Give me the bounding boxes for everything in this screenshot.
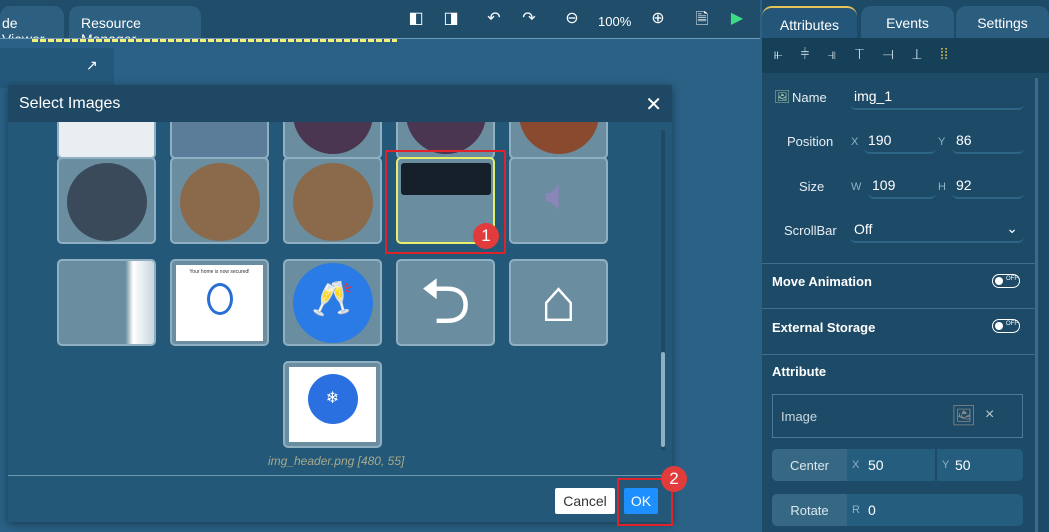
- dialog-header: Select Images ✕: [8, 85, 672, 122]
- position-label: Position: [787, 134, 834, 149]
- image-thumb-cellist[interactable]: [57, 157, 156, 244]
- x-label: X: [851, 136, 859, 148]
- center-label: Center: [772, 449, 847, 481]
- center-y-field[interactable]: 50: [955, 457, 971, 473]
- move-animation-label: Move Animation: [772, 274, 872, 289]
- position-x-field[interactable]: 190: [864, 128, 936, 154]
- image-placeholder-icon[interactable]: 🖼︎: [951, 403, 976, 428]
- image-thumb[interactable]: [170, 122, 269, 159]
- image-thumb-guitarist[interactable]: [170, 157, 269, 244]
- thumb-text: Your home is now secured!: [189, 269, 250, 275]
- send-back-icon[interactable]: ◨: [438, 8, 464, 28]
- move-animation-toggle[interactable]: OFF: [992, 274, 1020, 288]
- divider: [762, 308, 1035, 309]
- name-label: Name: [792, 90, 827, 105]
- name-field[interactable]: img_1: [850, 84, 1024, 110]
- tab-settings[interactable]: Settings: [956, 6, 1049, 38]
- toggle-state: OFF: [1006, 276, 1018, 282]
- image-thumb-secured[interactable]: Your home is now secured!: [170, 259, 269, 346]
- zoom-out-icon[interactable]: ⊖: [559, 8, 585, 28]
- tab-events[interactable]: Events: [861, 6, 954, 38]
- image-thumb-frame[interactable]: [57, 259, 156, 346]
- y-label: Y: [942, 459, 950, 471]
- image-thumb[interactable]: [57, 122, 156, 159]
- tab-code-viewer[interactable]: de Viewer: [0, 6, 64, 47]
- image-thumb-snowflake[interactable]: ❄: [283, 361, 382, 448]
- properties-panel: Attributes Events Settings ⫦ ⫩ ⫣ ⊤ ⊣ ⊥ ⁞…: [762, 0, 1049, 532]
- y-label: Y: [938, 136, 946, 148]
- divider: [762, 263, 1035, 264]
- align-icons[interactable]: ⫦ ⫩ ⫣ ⊤ ⊣ ⊥ ⁞⁞: [774, 46, 948, 63]
- external-link-icon[interactable]: ↗: [86, 57, 98, 74]
- back-arrow-icon[interactable]: ⮌: [396, 259, 495, 346]
- attribute-heading: Attribute: [772, 364, 827, 379]
- image-grid: 🔈︎ Your home is now secured! 🥂 ⮌ ⌂ ❄ img…: [8, 122, 672, 476]
- center-row: Center X 50 Y 50: [772, 449, 1023, 481]
- rotate-row: Rotate R 0: [772, 494, 1023, 526]
- image-thumb-cheers[interactable]: 🥂: [283, 259, 382, 346]
- image-thumb-guitarist-2[interactable]: [283, 157, 382, 244]
- image-thumb[interactable]: [283, 122, 382, 159]
- external-storage-label: External Storage: [772, 320, 876, 335]
- image-caption: img_header.png [480, 55]: [268, 454, 405, 468]
- canvas-panel: ↗: [0, 48, 114, 88]
- position-y-field[interactable]: 86: [952, 128, 1024, 154]
- chevron-down-icon: ⌄: [1006, 220, 1018, 236]
- center-x-field[interactable]: 50: [868, 457, 884, 473]
- footer-divider: [8, 475, 672, 476]
- size-label: Size: [799, 179, 825, 194]
- image-label: Image: [781, 409, 818, 424]
- cancel-button[interactable]: Cancel: [555, 488, 615, 514]
- h-label: H: [938, 181, 946, 193]
- clear-image-icon[interactable]: ×: [985, 406, 994, 424]
- tab-resource-manager[interactable]: Resource Manager: [69, 6, 201, 47]
- width-field[interactable]: 109: [868, 173, 936, 199]
- w-label: W: [851, 181, 862, 193]
- image-thumb[interactable]: [509, 122, 608, 159]
- height-field[interactable]: 92: [952, 173, 1024, 199]
- image-icon: 🖼︎: [774, 89, 791, 104]
- play-icon[interactable]: ▶: [724, 8, 750, 28]
- scrollbar-label: ScrollBar: [784, 223, 837, 238]
- scrollbar-select[interactable]: Off ⌄: [850, 217, 1024, 243]
- scrollbar[interactable]: [661, 130, 665, 450]
- select-images-dialog: Select Images ✕ 🔈︎ Your home is now secu…: [8, 85, 672, 522]
- undo-icon[interactable]: ↶: [481, 8, 507, 28]
- tab-attributes[interactable]: Attributes: [762, 6, 857, 38]
- external-storage-toggle[interactable]: OFF: [992, 319, 1020, 333]
- selection-guide: [32, 39, 397, 42]
- panel-scrollbar[interactable]: [1035, 78, 1038, 532]
- divider: [762, 354, 1035, 355]
- code-file-icon[interactable]: 🗎: [689, 8, 715, 35]
- scrollbar-value: Off: [854, 221, 873, 237]
- align-toolbar[interactable]: ⫦ ⫩ ⫣ ⊤ ⊣ ⊥ ⁞⁞: [762, 38, 1049, 73]
- dialog-title: Select Images: [19, 95, 121, 112]
- rotate-field[interactable]: 0: [868, 502, 876, 518]
- step-badge-2: 2: [661, 466, 687, 492]
- r-label: R: [852, 504, 860, 516]
- toggle-state: OFF: [1006, 321, 1018, 327]
- rotate-label: Rotate: [772, 494, 847, 526]
- bring-front-icon[interactable]: ◧: [403, 8, 429, 28]
- step-badge-1: 1: [473, 223, 499, 249]
- home-icon[interactable]: ⌂: [509, 259, 608, 346]
- close-icon[interactable]: ✕: [645, 92, 662, 117]
- speaker-icon[interactable]: 🔈︎: [509, 157, 608, 244]
- image-picker[interactable]: Image 🖼︎ ×: [772, 394, 1023, 438]
- zoom-level: 100%: [598, 14, 632, 29]
- zoom-in-icon[interactable]: ⊕: [645, 8, 671, 28]
- x-label: X: [852, 459, 860, 471]
- redo-icon[interactable]: ↷: [516, 8, 542, 28]
